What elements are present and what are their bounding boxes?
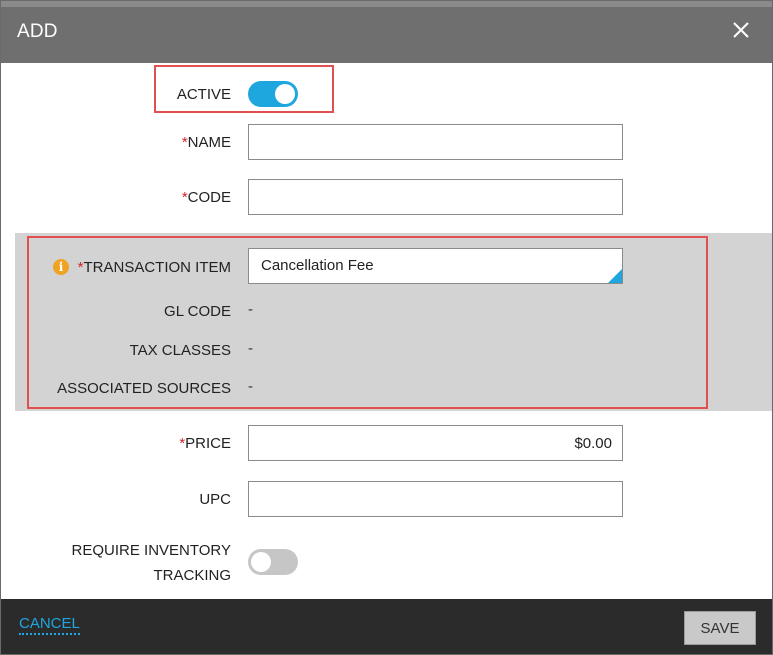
code-label: *CODE — [182, 189, 231, 206]
price-label: *PRICE — [179, 435, 231, 452]
tax-classes-label: TAX CLASSES — [129, 342, 231, 359]
price-label-text: PRICE — [185, 435, 231, 452]
associated-sources-value: - — [248, 378, 253, 395]
transaction-item-select[interactable]: Cancellation Fee — [248, 248, 623, 284]
inventory-tracking-toggle-knob — [251, 552, 271, 572]
name-label: *NAME — [182, 134, 231, 151]
transaction-item-value: Cancellation Fee — [261, 257, 374, 274]
gl-code-value: - — [248, 301, 253, 318]
active-toggle-knob — [275, 84, 295, 104]
price-input[interactable] — [248, 425, 623, 461]
inventory-tracking-toggle[interactable] — [248, 549, 298, 575]
close-icon — [733, 22, 749, 38]
transaction-item-label-text: TRANSACTION ITEM — [83, 259, 231, 276]
name-input[interactable] — [248, 124, 623, 160]
add-dialog: ADD ACTIVE *NAME *CODE i *TRANSACTION IT… — [0, 0, 773, 655]
info-icon[interactable]: i — [53, 259, 69, 275]
dialog-footer: CANCEL SAVE — [1, 599, 772, 654]
close-button[interactable] — [728, 17, 754, 43]
upc-label: UPC — [199, 491, 231, 508]
dialog-titlebar: ADD — [1, 1, 772, 63]
inventory-tracking-label-line2: TRACKING — [153, 567, 231, 584]
dialog-title: ADD — [17, 21, 58, 42]
code-label-text: CODE — [187, 189, 231, 206]
inventory-tracking-label-line1: REQUIRE INVENTORY — [71, 542, 231, 559]
associated-sources-label: ASSOCIATED SOURCES — [57, 380, 231, 397]
active-toggle[interactable] — [248, 81, 298, 107]
name-label-text: NAME — [187, 134, 231, 151]
save-button[interactable]: SAVE — [684, 611, 756, 645]
active-label: ACTIVE — [176, 86, 231, 103]
upc-input[interactable] — [248, 481, 623, 517]
transaction-item-label: *TRANSACTION ITEM — [78, 259, 231, 276]
cancel-link[interactable]: CANCEL — [19, 615, 80, 635]
select-corner-indicator — [608, 269, 622, 283]
gl-code-label: GL CODE — [164, 303, 231, 320]
tax-classes-value: - — [248, 340, 253, 357]
code-input[interactable] — [248, 179, 623, 215]
